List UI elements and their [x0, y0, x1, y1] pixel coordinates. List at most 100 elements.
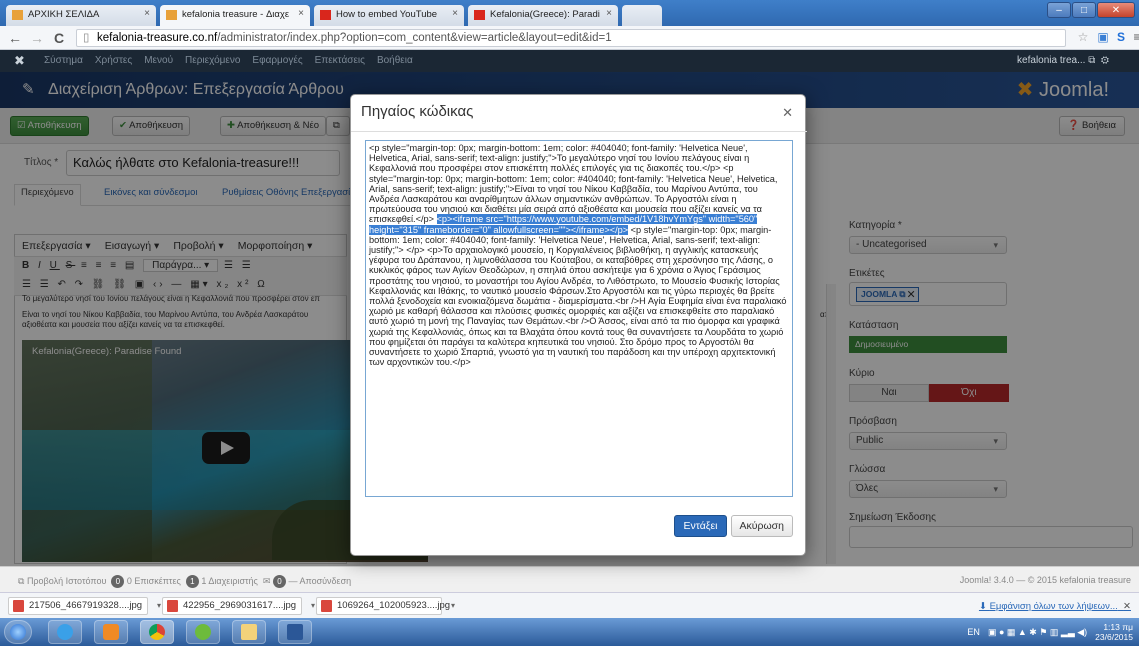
admins-count: 1: [185, 575, 199, 588]
logout-link[interactable]: Αποσύνδεση: [299, 576, 351, 586]
language-indicator[interactable]: EN: [967, 627, 980, 637]
download-item[interactable]: 1069264_102005923....jpg ▾: [316, 597, 455, 615]
browser-tab-label: Kefalonia(Greece): Paradi: [490, 9, 600, 20]
close-icon[interactable]: ×: [298, 8, 304, 19]
menu-icon[interactable]: ≡: [1130, 30, 1139, 44]
image-file-icon: [167, 600, 178, 612]
folder-icon: [241, 624, 257, 640]
browser-tab-label: How to embed YouTube: [336, 9, 438, 20]
youtube-favicon-icon: [474, 10, 485, 20]
status-footer: ⧉ Προβολή Ιστοτόπου 0 0 Επισκέπτες 1 1 Δ…: [0, 566, 1139, 592]
address-bar-row: ← → C ▯ kefalonia-treasure.co.nf/adminis…: [0, 26, 1139, 50]
view-site-link[interactable]: ⧉ Προβολή Ιστοτόπου: [18, 576, 106, 586]
page-icon: ▯: [83, 32, 90, 44]
chevron-down-icon[interactable]: ▾: [451, 598, 455, 614]
menu-item-users[interactable]: Χρήστες: [95, 55, 132, 66]
admin-menu: Σύστημα Χρήστες Μενού Περιεχόμενο Εφαρμο…: [44, 55, 413, 66]
dialog-divider: [351, 131, 807, 132]
maximize-button[interactable]: □: [1072, 2, 1096, 18]
forward-arrow-icon[interactable]: →: [30, 30, 44, 46]
clock[interactable]: 1:13 πμ 23/6/2015: [1095, 622, 1133, 642]
windows-taskbar: EN ▣ ● ▦ ▲ ✱ ⚑ ▥ ▂▃ ◀) 1:13 πμ 23/6/2015: [0, 618, 1139, 646]
clock-time: 1:13 πμ: [1103, 622, 1133, 632]
chevron-down-icon[interactable]: ▾: [311, 598, 315, 614]
download-item[interactable]: 217506_4667919328....jpg ▾: [8, 597, 161, 615]
browser-tab-home[interactable]: ΑΡΧΙΚΗ ΣΕΛΙΔΑ ×: [6, 5, 156, 26]
show-all-downloads-label: Εμφάνιση όλων των λήψεων...: [989, 601, 1118, 612]
explorer-taskbar-icon[interactable]: [232, 620, 266, 644]
joomla-top-menu: ✖ Σύστημα Χρήστες Μενού Περιεχόμενο Εφαρ…: [0, 50, 1139, 72]
menu-item-system[interactable]: Σύστημα: [44, 55, 83, 66]
chrome-taskbar-icon[interactable]: [140, 620, 174, 644]
start-button[interactable]: [4, 620, 32, 644]
star-icon[interactable]: ☆: [1076, 30, 1090, 44]
messages-icon: ✉: [262, 575, 271, 586]
browser-tab-label: kefalonia treasure - Διαχε: [182, 9, 290, 20]
site-link-label: kefalonia trea...: [1017, 55, 1086, 66]
browser-tabbar: ΑΡΧΙΚΗ ΣΕΛΙΔΑ × kefalonia treasure - Δια…: [0, 0, 1139, 26]
messages-count: 0: [272, 575, 286, 588]
extension-icon[interactable]: ▣: [1096, 30, 1110, 44]
youtube-favicon-icon: [320, 10, 331, 20]
utorrent-icon: [195, 624, 211, 640]
code-text-before: <p style="margin-top: 0px; margin-bottom…: [369, 143, 778, 225]
chrome-icon: [149, 624, 165, 640]
code-text-after: <p style="margin-top: 0px; margin-bottom…: [369, 224, 787, 368]
download-item-label: 422956_2969031617....jpg: [183, 600, 297, 611]
reload-icon[interactable]: C: [54, 30, 64, 46]
source-code-textarea[interactable]: <p style="margin-top: 0px; margin-bottom…: [365, 140, 793, 497]
new-tab-button[interactable]: [622, 5, 662, 26]
window-controls: – □ ✕: [1047, 2, 1135, 18]
version-info: Joomla! 3.4.0 — © 2015 kefalonia treasur…: [959, 575, 1131, 585]
admins-label: 1 Διαχειριστής: [201, 575, 258, 586]
word-icon: [287, 624, 303, 640]
joomla-favicon-icon: [12, 10, 23, 20]
media-taskbar-icon[interactable]: [94, 620, 128, 644]
cancel-button[interactable]: Ακύρωση: [730, 515, 793, 537]
minimize-button[interactable]: –: [1047, 2, 1071, 18]
menu-item-components[interactable]: Εφαρμογές: [252, 55, 302, 66]
site-link[interactable]: kefalonia trea... ⧉ ⚙: [1017, 55, 1109, 66]
close-icon[interactable]: ×: [606, 8, 612, 19]
menu-item-help[interactable]: Βοήθεια: [377, 55, 413, 66]
system-tray: EN ▣ ● ▦ ▲ ✱ ⚑ ▥ ▂▃ ◀) 1:13 πμ 23/6/2015: [967, 622, 1133, 642]
ie-icon: [57, 624, 73, 640]
chevron-down-icon[interactable]: ▾: [157, 598, 161, 614]
image-file-icon: [13, 600, 24, 612]
close-icon[interactable]: ×: [452, 8, 458, 19]
url-host: kefalonia-treasure.co.nf: [97, 32, 218, 44]
visitors-label: 0 Επισκέπτες: [126, 575, 181, 586]
download-item[interactable]: 422956_2969031617....jpg ▾: [162, 597, 315, 615]
ie-taskbar-icon[interactable]: [48, 620, 82, 644]
browser-tab-admin[interactable]: kefalonia treasure - Διαχε ×: [160, 5, 310, 26]
tray-icons[interactable]: ▣ ● ▦ ▲ ✱ ⚑ ▥ ▂▃ ◀): [988, 627, 1087, 638]
dialog-buttons: Εντάξει Ακύρωση: [674, 515, 793, 537]
back-arrow-icon[interactable]: ←: [8, 30, 22, 46]
downloads-bar: 217506_4667919328....jpg ▾ 422956_2969031…: [0, 592, 1139, 618]
menu-item-extensions[interactable]: Επεκτάσεις: [315, 55, 365, 66]
skype-icon[interactable]: S: [1114, 30, 1128, 44]
screen: ΑΡΧΙΚΗ ΣΕΛΙΔΑ × kefalonia treasure - Δια…: [0, 0, 1139, 646]
show-all-downloads-link[interactable]: ⬇ Εμφάνιση όλων των λήψεων... ✕: [979, 601, 1131, 612]
url-path: /administrator/index.php?option=com_cont…: [217, 32, 612, 44]
url-input[interactable]: ▯ kefalonia-treasure.co.nf/administrator…: [76, 29, 1066, 47]
media-player-icon: [103, 624, 119, 640]
close-icon[interactable]: ×: [144, 8, 150, 19]
menu-item-content[interactable]: Περιεχόμενο: [185, 55, 240, 66]
joomla-logo-icon: ✖: [14, 53, 25, 68]
image-file-icon: [321, 600, 332, 612]
close-icon[interactable]: ✕: [1123, 601, 1131, 612]
dialog-title: Πηγαίος κώδικας: [361, 103, 474, 120]
joomla-favicon-icon: [166, 10, 177, 20]
ok-button[interactable]: Εντάξει: [674, 515, 727, 537]
browser-tab-youtube-video[interactable]: Kefalonia(Greece): Paradi ×: [468, 5, 618, 26]
browser-tab-youtube-howto[interactable]: How to embed YouTube ×: [314, 5, 464, 26]
close-icon[interactable]: ✕: [782, 105, 793, 121]
word-taskbar-icon[interactable]: [278, 620, 312, 644]
menu-item-menus[interactable]: Μενού: [144, 55, 173, 66]
view-site-label: Προβολή Ιστοτόπου: [26, 575, 107, 586]
windows-logo-icon: [10, 624, 26, 640]
visitors-count: 0: [111, 575, 125, 588]
window-close-button[interactable]: ✕: [1097, 2, 1135, 18]
utorrent-taskbar-icon[interactable]: [186, 620, 220, 644]
